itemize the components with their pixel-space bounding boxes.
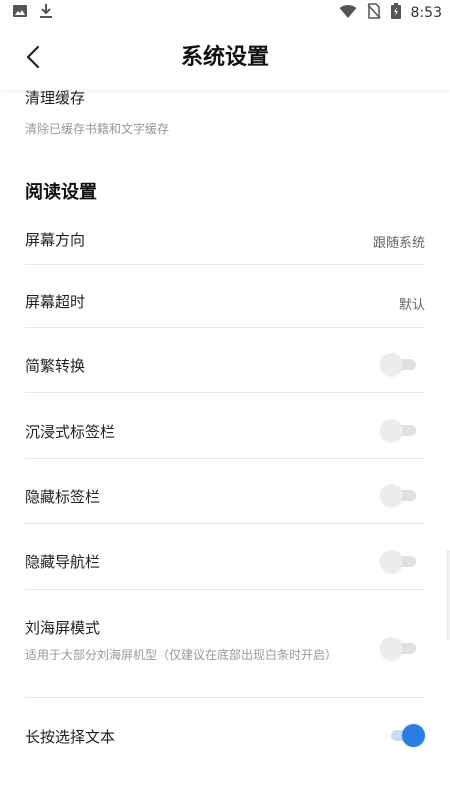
chevron-left-icon <box>25 45 41 73</box>
screen-orientation-item[interactable]: 屏幕方向 跟随系统 <box>25 208 425 265</box>
long-press-select-text-item: 长按选择文本 <box>25 698 425 774</box>
hide-status-bar-item: 隐藏标签栏 <box>25 459 425 524</box>
switch-thumb <box>402 724 425 747</box>
download-icon <box>38 3 54 23</box>
row-label: 长按选择文本 <box>25 728 116 746</box>
screen-timeout-item[interactable]: 屏幕超时 默认 <box>25 265 425 328</box>
immersive-status-bar-switch[interactable] <box>380 419 416 442</box>
row-label: 隐藏标签栏 <box>25 488 101 506</box>
row-label: 刘海屏模式 <box>25 619 101 637</box>
immersive-status-bar-item: 沉浸式标签栏 <box>25 393 425 459</box>
hide-navigation-bar-switch[interactable] <box>380 550 416 573</box>
switch-thumb <box>380 484 403 507</box>
simplified-traditional-switch[interactable] <box>380 353 416 376</box>
row-label: 隐藏导航栏 <box>25 553 101 571</box>
row-label: 屏幕方向 <box>25 231 86 249</box>
hide-navigation-bar-item: 隐藏导航栏 <box>25 524 425 590</box>
status-time: 8:53 <box>410 5 442 21</box>
row-description: 适用于大部分刘海屏机型（仅建议在底部出现白条时开启） <box>25 648 338 662</box>
page-title: 系统设置 <box>180 45 269 70</box>
row-label: 简繁转换 <box>25 357 86 375</box>
image-icon <box>12 3 28 23</box>
scrollbar[interactable] <box>446 550 450 640</box>
row-value: 跟随系统 <box>372 236 425 251</box>
simplified-traditional-item: 简繁转换 <box>25 328 425 393</box>
switch-thumb <box>380 419 403 442</box>
wifi-icon <box>339 4 357 23</box>
long-press-select-text-switch[interactable] <box>387 724 425 747</box>
section-title-reading: 阅读设置 <box>25 182 97 203</box>
row-label: 沉浸式标签栏 <box>25 423 116 441</box>
hide-status-bar-switch[interactable] <box>380 484 416 507</box>
battery-charging-icon <box>390 3 401 23</box>
notch-mode-switch[interactable] <box>380 637 416 660</box>
back-button[interactable] <box>18 44 48 74</box>
status-bar: 8:53 <box>0 0 450 26</box>
clear-cache-subtitle: 清除已缓存书籍和文字缓存 <box>25 122 170 136</box>
notch-mode-item: 刘海屏模式 适用于大部分刘海屏机型（仅建议在底部出现白条时开启） <box>25 590 425 698</box>
settings-list[interactable]: 清理缓存 清除已缓存书籍和文字缓存 阅读设置 屏幕方向 跟随系统 屏幕超时 默认… <box>0 90 450 800</box>
no-sim-icon <box>366 3 381 23</box>
switch-thumb <box>380 637 403 660</box>
row-label: 屏幕超时 <box>25 293 86 311</box>
clear-cache-title: 清理缓存 <box>25 90 86 107</box>
switch-thumb <box>380 353 403 376</box>
clear-cache-item[interactable]: 清理缓存 清除已缓存书籍和文字缓存 <box>25 90 425 140</box>
app-bar: 系统设置 <box>0 26 450 90</box>
row-value: 默认 <box>398 298 425 313</box>
switch-thumb <box>380 550 403 573</box>
